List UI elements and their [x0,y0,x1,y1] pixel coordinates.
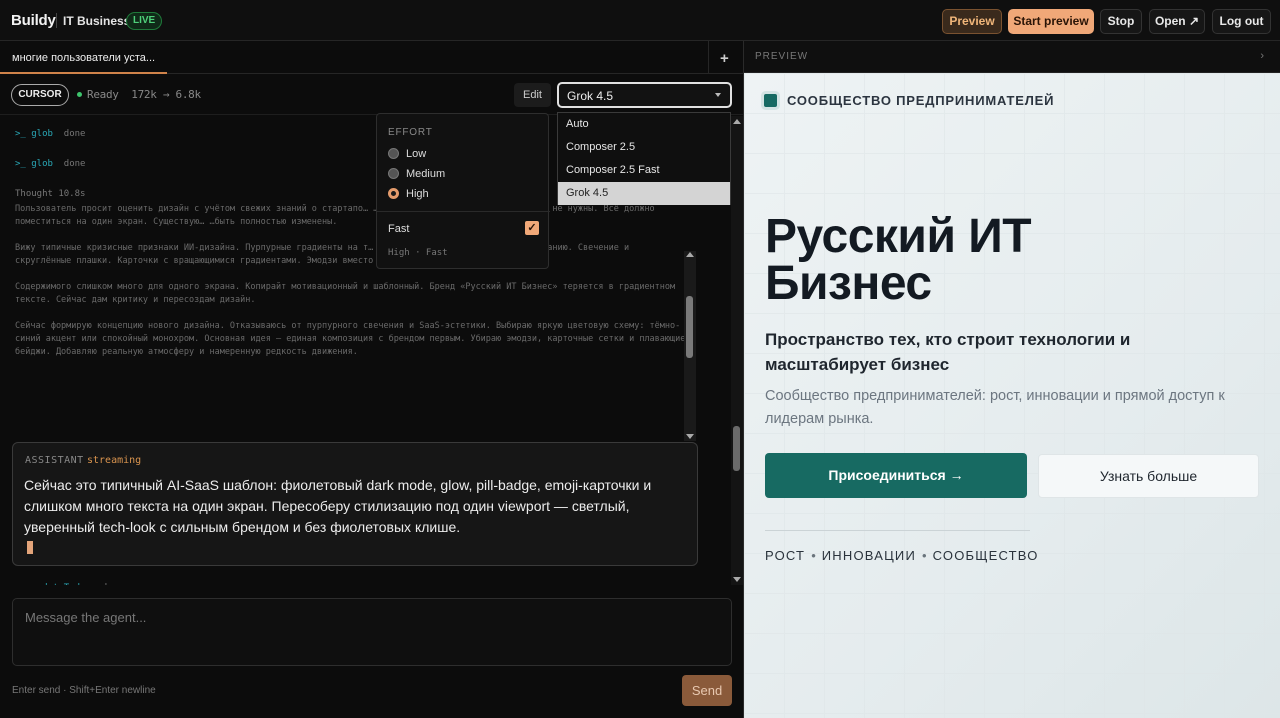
typing-cursor [27,541,33,554]
status-text: Ready 172k → 6.8k [87,88,201,101]
effort-menu: EFFORT Low Medium High Fast ✓ High · Fas… [376,113,550,269]
log-scrollbar[interactable] [731,116,743,585]
send-button[interactable]: Send [682,675,732,706]
tag-line: РОСТ • ИННОВАЦИИ • СООБЩЕСТВО [765,548,1039,563]
preview-title: PREVIEW [755,51,809,62]
hero-subtitle: Пространство тех, кто строит технологии … [765,330,1131,374]
assistant-message: ASSISTANT streaming Сейчас это типичный … [12,442,698,566]
streaming-badge: streaming [87,455,142,466]
divider [765,530,1030,531]
agent-badge[interactable]: CURSOR [11,84,69,106]
status-dot-icon [77,92,82,97]
preview-pane: PREVIEW › СООБЩЕСТВО ПРЕДПРИНИМАТЕЛЕЙ Ру… [744,41,1280,718]
app-logo[interactable]: Buildy [11,12,56,29]
chevron-down-icon [715,93,721,97]
scroll-down-icon[interactable] [686,434,694,439]
preview-site: СООБЩЕСТВО ПРЕДПРИНИМАТЕЛЕЙ Русский ИТ Б… [744,73,1280,718]
learn-more-button[interactable]: Узнать больше [1038,454,1259,498]
effort-option-high[interactable]: High [388,188,429,200]
divider [708,41,709,74]
start-preview-button[interactable]: Start preview [1008,9,1094,34]
tool-call: >_ glob done [15,159,86,169]
model-select[interactable]: Grok 4.5 [557,82,732,108]
live-badge: LIVE [126,12,163,30]
effort-header: EFFORT [388,127,433,138]
model-option[interactable]: Auto [558,113,730,136]
thought-header: Thought 10.8s [15,189,86,199]
add-tab-icon[interactable]: + [720,50,729,67]
assistant-text: Сейчас это типичный AI-SaaS шаблон: фиол… [24,477,652,535]
effort-option-low[interactable]: Low [388,148,426,160]
model-option-selected[interactable]: Grok 4.5 [558,182,730,205]
thought-scrollbar[interactable] [684,251,696,441]
divider [56,13,57,28]
model-menu: Auto Composer 2.5 Composer 2.5 Fast Grok… [557,112,731,205]
join-button[interactable]: Присоединиться → [765,453,1027,498]
model-option[interactable]: Composer 2.5 Fast [558,159,730,182]
logout-button[interactable]: Log out [1212,9,1271,34]
composer-hint: Enter send · Shift+Enter newline [12,685,156,696]
divider [377,211,550,212]
edit-button[interactable]: Edit [514,83,551,107]
scroll-up-icon[interactable] [733,119,741,124]
chevron-right-icon[interactable]: › [1260,50,1264,62]
open-button[interactable]: Open ↗ [1149,9,1205,34]
radio-icon[interactable] [388,148,399,159]
thought-text: Пользователь просит оценить дизайн с учё… [15,204,686,357]
hero-title: Русский ИТ Бизнес [765,210,1032,310]
scroll-thumb[interactable] [686,296,693,358]
radio-selected-icon[interactable] [388,188,399,199]
preview-button[interactable]: Preview [942,9,1002,34]
preview-bar: PREVIEW › [744,41,1280,73]
effort-option-medium[interactable]: Medium [388,168,445,180]
eyebrow-text: СООБЩЕСТВО ПРЕДПРИНИМАТЕЛЕЙ [787,93,1055,108]
tool-call: >_ glob done [15,129,86,139]
scroll-up-icon[interactable] [686,252,694,257]
fast-checkbox[interactable]: ✓ [525,221,539,235]
tool-call: >_ updateTodos done [15,583,123,585]
message-input[interactable]: Message the agent... [12,598,732,666]
tab-bar: многие пользователи уста... + [0,41,743,74]
scroll-down-icon[interactable] [733,577,741,582]
stop-button[interactable]: Stop [1100,9,1142,34]
agent-status-bar: CURSOR Ready 172k → 6.8k Edit Grok 4.5 [0,75,743,115]
model-option[interactable]: Composer 2.5 [558,136,730,159]
model-select-value: Grok 4.5 [567,89,614,103]
scroll-thumb[interactable] [733,426,740,471]
fast-label: Fast [388,223,410,235]
agent-pane: многие пользователи уста... + CURSOR Rea… [0,41,743,718]
assistant-label: ASSISTANT [25,455,84,466]
message-placeholder: Message the agent... [25,610,147,625]
hero-description: Сообщество предпринимателей: рост, иннов… [765,388,1225,427]
square-icon [764,94,777,107]
project-name: IT Business [63,14,131,28]
radio-icon[interactable] [388,168,399,179]
top-bar: Buildy IT Business LIVE Preview Start pr… [0,0,1280,41]
tab-chat[interactable]: многие пользователи уста... [0,41,167,74]
effort-summary: High · Fast [388,248,448,258]
